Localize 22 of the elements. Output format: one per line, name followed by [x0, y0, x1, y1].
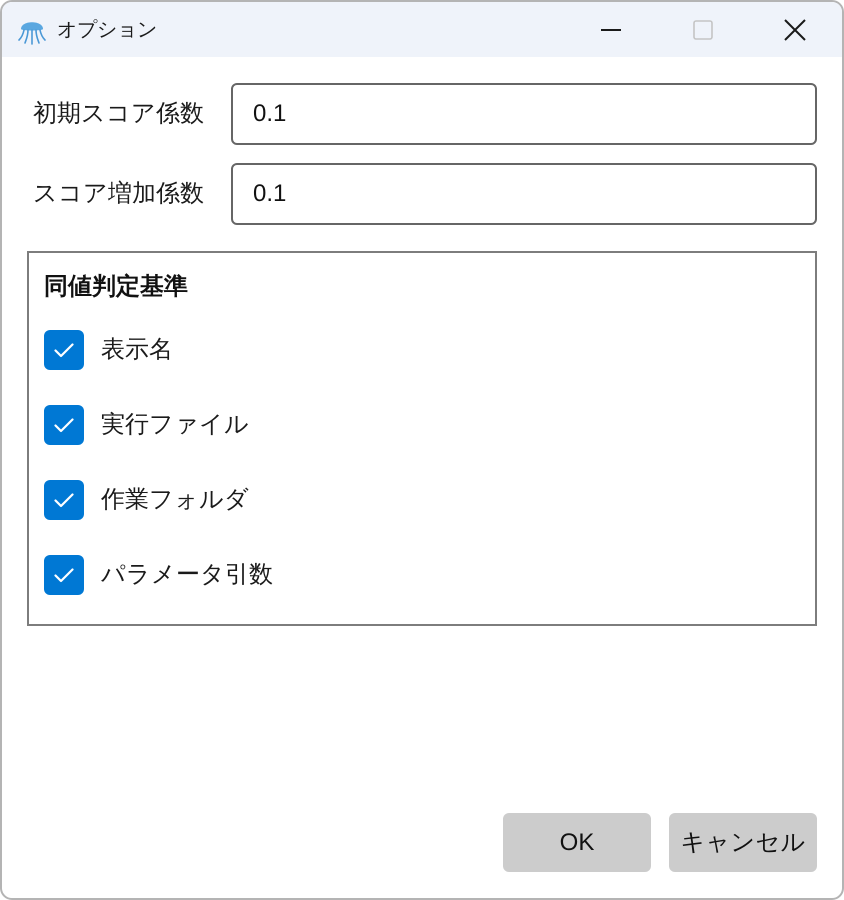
field-label: 初期スコア係数	[32, 99, 205, 129]
checkbox-label[interactable]: 作業フォルダ	[101, 482, 249, 518]
checkbox-label[interactable]: 実行ファイル	[101, 407, 249, 443]
close-icon[interactable]	[784, 18, 806, 40]
checkbox-label[interactable]: パラメータ引数	[101, 557, 273, 593]
field-label: スコア増加係数	[32, 179, 205, 209]
checkbox[interactable]	[44, 555, 84, 595]
cancel-button[interactable]: キャンセル	[669, 813, 817, 872]
window-title: オプション	[57, 18, 157, 42]
checkbox-label[interactable]: 表示名	[101, 332, 173, 368]
input-field[interactable]: 0.1	[231, 83, 817, 145]
group-title: 同値判定基準	[44, 272, 188, 302]
checkbox[interactable]	[44, 405, 84, 445]
checkbox[interactable]	[44, 480, 84, 520]
checkmark-icon	[54, 568, 74, 582]
input-field[interactable]: 0.1	[231, 163, 817, 225]
ok-button[interactable]: OK	[503, 813, 651, 872]
checkmark-icon	[54, 342, 74, 358]
checkmark-icon	[54, 492, 74, 508]
minimize-icon[interactable]	[601, 28, 621, 30]
checkmark-icon	[54, 418, 74, 432]
checkbox[interactable]	[44, 330, 84, 370]
